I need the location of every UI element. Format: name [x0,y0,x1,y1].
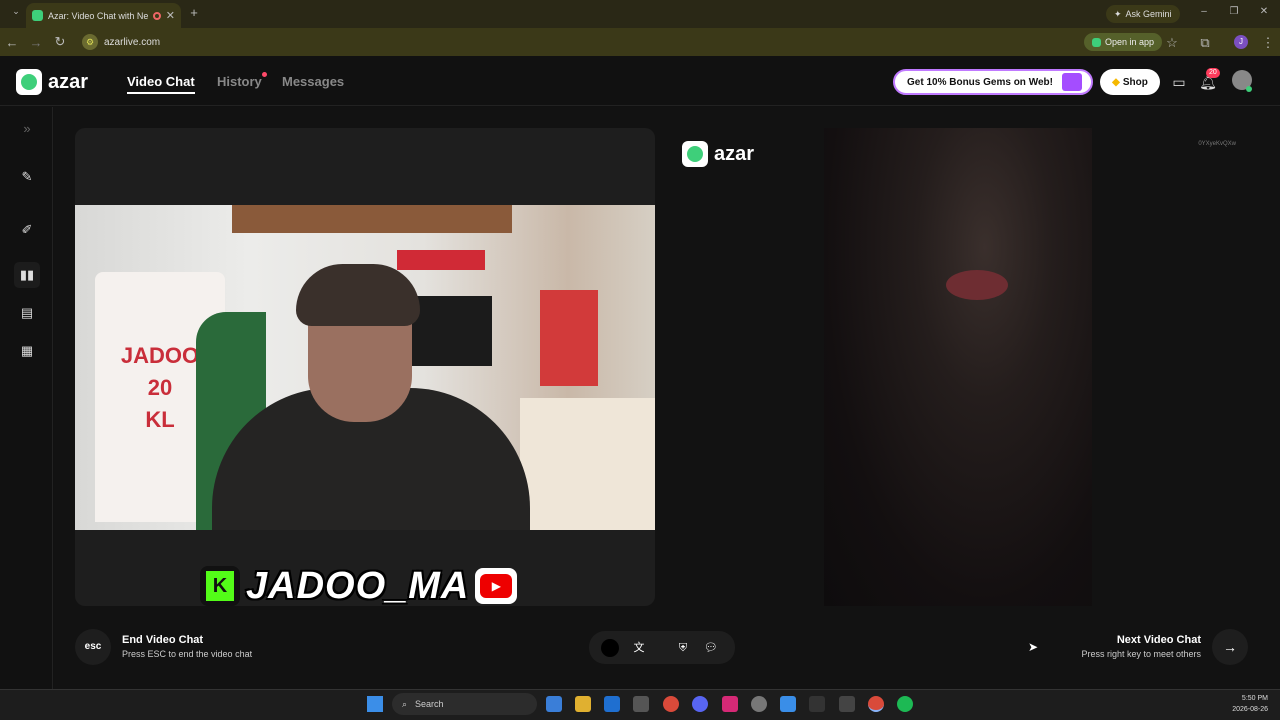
app-window-icon[interactable] [839,696,855,712]
person-hair [296,264,420,326]
streamer-nameplate: K JADOO_MA ▶ [200,565,536,607]
app-icon [1092,37,1101,47]
tab-title: Azar: Video Chat with New [48,10,148,21]
layout-grid-icon[interactable]: ▦ [14,338,40,364]
close-tab-icon[interactable]: ✕ [166,9,175,22]
chat-action-bar: 文 ⛨ 💬︎ [589,631,735,664]
remote-camera-feed [824,128,1092,606]
windows-start-icon[interactable] [367,696,383,712]
search-icon: ⌕ [402,698,408,709]
tab-list-chevron-icon[interactable]: ⌄ [4,6,28,17]
end-chat-info: End Video Chat Press ESC to end the vide… [122,634,252,659]
browser-tab-azar[interactable]: Azar: Video Chat with New ✕ [26,3,181,28]
steam-icon[interactable] [809,696,825,712]
spotify-icon[interactable] [897,696,913,712]
zoom-icon[interactable] [780,696,796,712]
gemini-sparkle-icon: ✦ [1114,8,1122,19]
remote-person-face [946,270,1008,300]
streamer-handle: JADOO_MA [246,564,470,607]
azar-favicon-icon [32,10,43,21]
photo-shelf [232,205,512,233]
shop-label: Shop [1122,76,1148,88]
open-in-app-button[interactable]: Open in app [1084,33,1163,51]
outlook-icon[interactable] [604,696,620,712]
widgets-icon[interactable] [546,696,562,712]
notification-count-badge: 20 [1206,68,1220,78]
end-chat-button[interactable]: esc [75,629,111,665]
store-icon[interactable] [633,696,649,712]
tool-app-icon[interactable] [751,696,767,712]
online-status-dot [1246,86,1252,92]
next-chat-info: Next Video Chat Press right key to meet … [1050,634,1201,659]
azar-watermark-icon [682,141,708,167]
gift-icon [1062,73,1082,91]
end-chat-hint: Press ESC to end the video chat [122,649,253,659]
azar-logo[interactable]: azar [16,69,88,95]
new-tab-icon[interactable]: + [182,5,206,20]
back-icon[interactable]: ← [0,35,24,50]
wall-scarf [397,250,485,270]
report-shield-icon[interactable]: ⛨ [675,640,691,656]
taskbar-search[interactable]: ⌕ Search [392,693,537,715]
address-bar[interactable]: ⚙ azarlive.com [82,32,1082,52]
history-notification-dot [262,72,267,77]
next-chat-title: Next Video Chat [1116,634,1201,646]
discord-icon[interactable] [692,696,708,712]
next-chat-hint: Press right key to meet others [1081,649,1201,659]
youtube-logo-icon: ▶ [475,568,518,604]
clock-time: 5:50 PM [1241,695,1268,702]
file-explorer-icon[interactable] [575,696,591,712]
reload-icon[interactable]: ↻ [48,34,72,50]
chrome-icon[interactable] [663,696,679,712]
recording-icon [152,11,161,20]
system-clock[interactable]: 5:50 PM 2026-08-26 [1222,693,1268,715]
inbox-icon[interactable]: ▭ [1170,73,1188,91]
bonus-gems-label: Get 10% Bonus Gems on Web! [907,76,1053,88]
azar-logo-text: azar [48,70,89,93]
layout-stacked-icon[interactable]: ▤ [14,300,40,326]
bed [520,398,655,530]
open-in-app-label: Open in app [1105,37,1155,47]
forward-icon[interactable]: → [24,35,48,50]
end-chat-title: End Video Chat [122,634,204,646]
shop-button[interactable]: ◆ Shop [1100,69,1160,95]
left-sidebar [0,107,53,689]
extensions-icon[interactable]: ⧉ [1193,35,1217,51]
gem-icon: ◆ [1112,76,1120,88]
ask-gemini-label: Ask Gemini [1125,9,1172,19]
remote-azar-watermark: azar [682,141,754,167]
site-info-icon[interactable]: ⚙ [82,34,98,50]
edit-filter-icon[interactable]: ✐ [14,217,40,243]
nav-messages[interactable]: Messages [282,74,344,89]
minimize-icon[interactable]: – [1192,6,1216,17]
red-jersey [540,290,598,386]
remote-user-id: 0YXyeKvQXw [1198,141,1236,147]
remote-user-avatar[interactable] [601,638,619,657]
instagram-icon[interactable] [722,696,738,712]
language-translate-icon[interactable]: 文 [631,640,647,656]
magic-wand-icon[interactable]: ✎ [14,164,40,190]
ask-gemini-button[interactable]: ✦ Ask Gemini [1106,5,1180,23]
profile-avatar-icon[interactable]: J [1234,35,1248,49]
azar-logo-icon [16,69,42,95]
chat-bubble-icon[interactable]: 💬︎ [703,640,719,656]
nav-video-chat[interactable]: Video Chat [127,74,195,94]
arrow-right-icon: → [1223,639,1237,655]
clock-date: 2026-08-26 [1232,706,1268,713]
mouse-cursor-icon: ➤ [1028,640,1039,654]
url-text: azarlive.com [104,36,161,48]
chrome-active-icon[interactable] [868,696,884,712]
next-chat-button[interactable]: → [1212,629,1248,665]
layout-side-by-side-icon[interactable]: ▮▮ [14,262,40,288]
close-window-icon[interactable]: ✕ [1252,6,1276,17]
azar-watermark-text: azar [714,142,755,165]
kick-logo-icon: K [200,566,240,606]
nav-history[interactable]: History [217,74,262,89]
browser-tab-bar: ⌄ Azar: Video Chat with New ✕ + ✦ Ask Ge… [0,0,1280,28]
restore-icon[interactable]: ❐ [1222,6,1246,17]
bookmark-star-icon[interactable]: ☆ [1160,35,1184,51]
browser-menu-icon[interactable]: ⋮ [1256,35,1280,51]
expand-sidebar-icon[interactable]: » [14,116,40,142]
taskbar-search-label: Search [415,699,444,709]
